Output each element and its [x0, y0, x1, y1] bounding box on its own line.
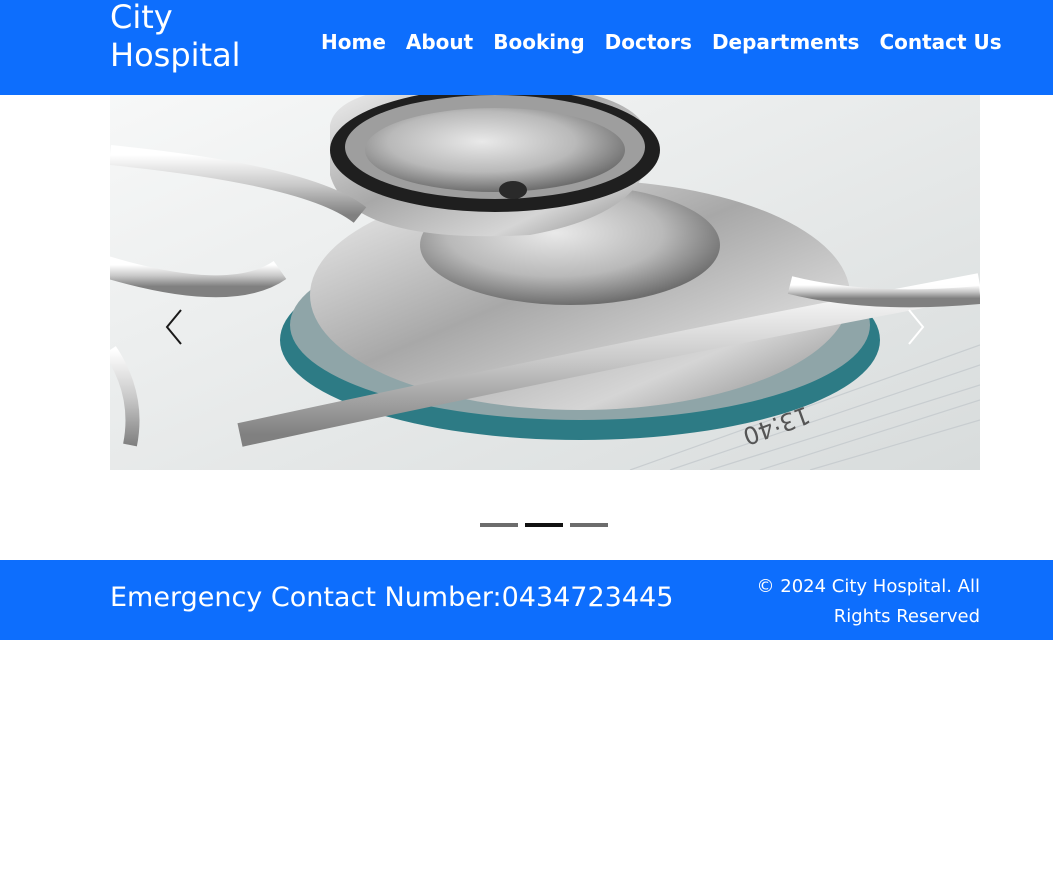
chevron-left-icon [165, 309, 182, 345]
nav-links: Home About Booking Doctors Departments C… [311, 24, 1012, 60]
chevron-right-icon [908, 309, 925, 345]
navbar: City Hospital Home About Booking Doctors… [0, 0, 1053, 95]
nav-link-home[interactable]: Home [311, 24, 396, 60]
nav-link-about[interactable]: About [396, 24, 483, 60]
brand-name[interactable]: City Hospital [110, 0, 270, 74]
emergency-contact: Emergency Contact Number:0434723445 [110, 578, 673, 618]
emergency-label: Emergency Contact Number: [110, 582, 502, 613]
stethoscope-slide-image: 14:00 13:40 [110, 95, 980, 470]
carousel-indicator-1[interactable] [480, 523, 518, 527]
nav-link-booking[interactable]: Booking [483, 24, 594, 60]
carousel-indicators [480, 523, 608, 527]
footer: Emergency Contact Number:0434723445 © 20… [0, 560, 1053, 640]
emergency-number[interactable]: 0434723445 [502, 582, 674, 613]
copyright-text: © 2024 City Hospital. All Rights Reserve… [756, 576, 980, 627]
carousel-prev-button[interactable] [155, 295, 195, 355]
hero-carousel: 14:00 13:40 [110, 95, 980, 470]
carousel-indicator-2[interactable] [525, 523, 563, 527]
carousel-next-button[interactable] [895, 295, 935, 355]
carousel-indicator-3[interactable] [570, 523, 608, 527]
nav-link-doctors[interactable]: Doctors [595, 24, 702, 60]
nav-link-departments[interactable]: Departments [702, 24, 870, 60]
nav-link-contact-us[interactable]: Contact Us [869, 24, 1011, 60]
